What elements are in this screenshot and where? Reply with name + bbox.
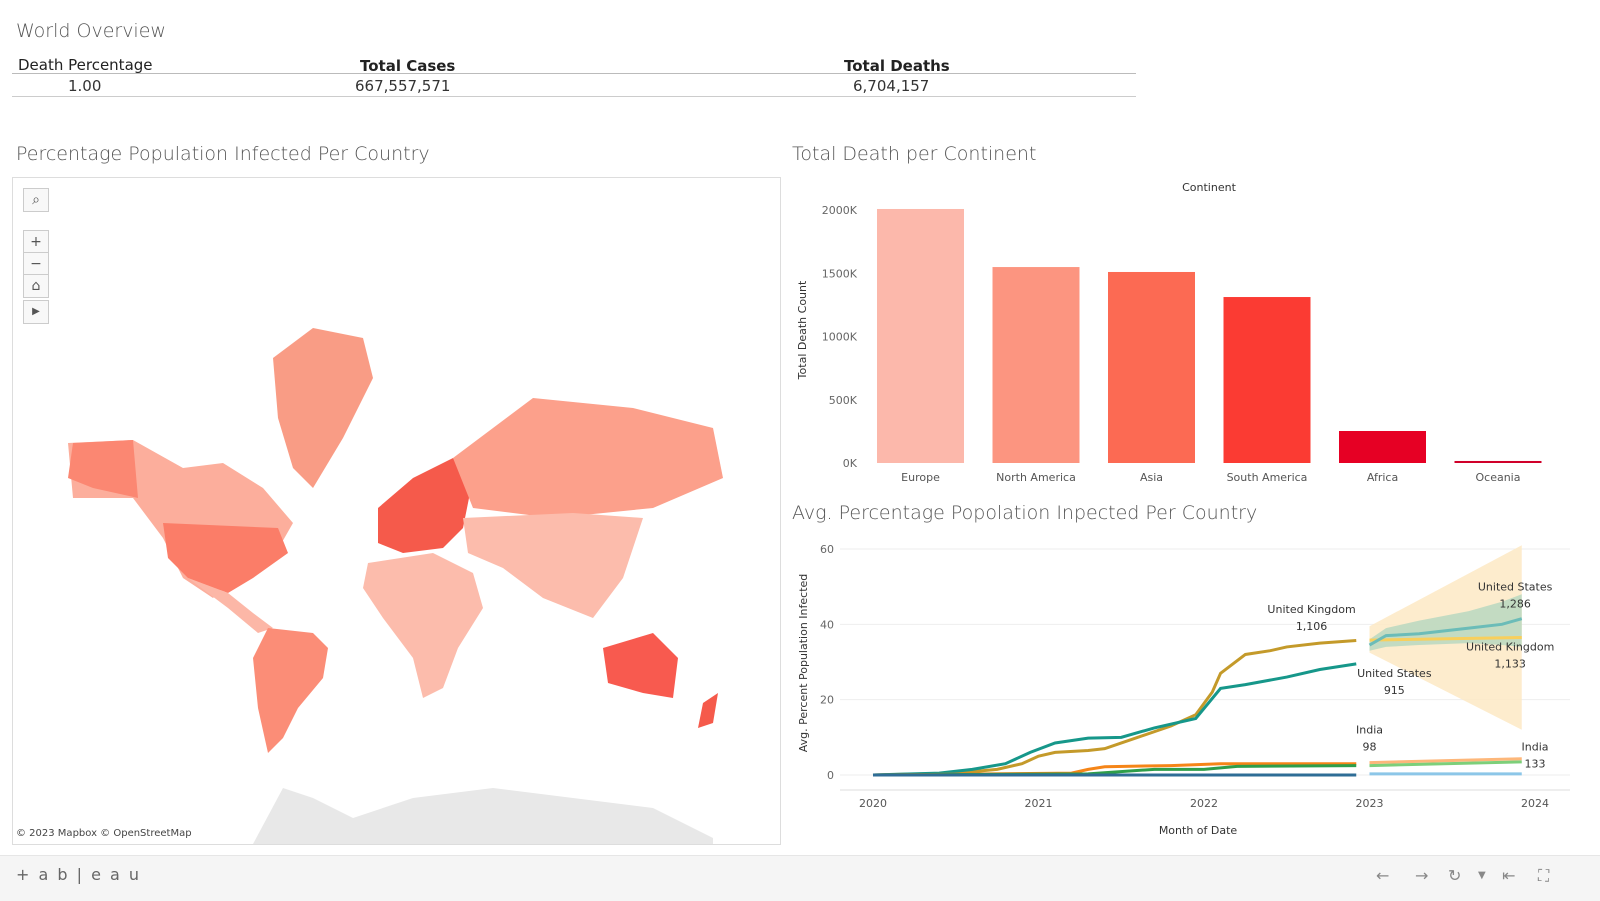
world-map[interactable] — [13, 178, 780, 844]
x-tick-label: Oceania — [1476, 471, 1521, 484]
y-tick-label: 60 — [820, 543, 834, 556]
y-tick-label: 40 — [820, 618, 834, 631]
bar-chart: Continent Total Death Count 0K 500K 1000K 150… — [796, 181, 1542, 484]
play-icon: ▶ — [32, 306, 40, 317]
play-button[interactable]: ▶ — [23, 300, 49, 324]
annotation-value: 1,286 — [1499, 597, 1531, 610]
zoom-in-button[interactable]: + — [23, 230, 49, 254]
y-tick-label: 2000K — [822, 204, 858, 217]
x-tick-label: Europe — [901, 471, 940, 484]
south-america — [253, 628, 328, 753]
annotation-value: 98 — [1363, 741, 1377, 754]
annotation-value: 133 — [1525, 758, 1546, 771]
new-zealand — [698, 693, 718, 728]
tableau-logo: + a b | e a u — [16, 865, 142, 884]
y-tick-label: 500K — [829, 394, 858, 407]
y-axis-title: Total Death Count — [796, 280, 809, 380]
series-line — [872, 639, 1357, 777]
tableau-footer: + a b | e a u ← → ↻ ▼ ⇤ ⛶ — [0, 855, 1600, 901]
bar-north-america — [992, 267, 1080, 463]
usa — [163, 523, 288, 593]
map-attribution: © 2023 Mapbox © OpenStreetMap — [16, 828, 192, 839]
x-tick-label: 2021 — [1025, 797, 1053, 810]
zoom-out-button[interactable]: − — [23, 252, 49, 276]
x-axis-title: Continent — [1182, 181, 1236, 194]
map-title: Percentage Population Infected Per Count… — [16, 143, 430, 165]
bar-africa — [1339, 430, 1426, 463]
y-tick-label: 1500K — [822, 267, 858, 280]
annotation-label: United Kingdom — [1267, 603, 1355, 616]
bar-europe — [877, 208, 964, 463]
line-chart-title: Avg. Percentage Popolation Inpected Per … — [792, 502, 1258, 524]
total-cases-value: 667,557,571 — [355, 77, 451, 95]
russia — [453, 398, 723, 518]
line-chart: 0 20 40 60 2020 2021 2022 2023 2024 Month of Date… — [797, 543, 1570, 837]
series-line — [872, 662, 1357, 777]
annotation-label: United Kingdom — [1466, 641, 1554, 654]
infection-map[interactable]: ⌕ + − ⌂ ▶ © 2023 Mapbox © OpenStreetMap — [12, 177, 781, 845]
annotation-label: India — [1522, 741, 1549, 754]
africa — [363, 553, 483, 698]
col-death-percentage: Death Percentage — [18, 56, 153, 74]
x-tick-label: 2023 — [1356, 797, 1384, 810]
x-tick-label: North America — [996, 471, 1076, 484]
bar-asia — [1108, 271, 1195, 463]
bar-chart-title: Total Death per Continent — [792, 143, 1037, 165]
divider — [12, 73, 1136, 74]
greenland — [273, 328, 373, 488]
y-tick-label: 0 — [827, 769, 834, 782]
bar-south-america — [1223, 297, 1311, 463]
redo-icon[interactable]: → — [1415, 866, 1428, 885]
annotation-label: India — [1356, 724, 1383, 737]
search-icon: ⌕ — [32, 192, 40, 208]
reset-icon[interactable]: ⇤ — [1502, 866, 1515, 885]
revert-icon[interactable]: ↻ — [1448, 866, 1461, 885]
world-overview-title: World Overview — [16, 20, 166, 42]
x-tick-label: 2022 — [1190, 797, 1218, 810]
x-tick-label: Africa — [1367, 471, 1398, 484]
x-axis-title: Month of Date — [1159, 824, 1238, 837]
map-search-button[interactable]: ⌕ — [23, 188, 49, 212]
home-icon: ⌂ — [31, 278, 41, 294]
annotation-value: 1,133 — [1494, 658, 1526, 671]
annotation-value: 915 — [1384, 684, 1405, 697]
annotation-value: 1,106 — [1296, 620, 1328, 633]
x-tick-label: 2024 — [1521, 797, 1549, 810]
revert-dropdown-icon[interactable]: ▼ — [1478, 870, 1486, 881]
divider — [12, 96, 1136, 97]
y-axis-title: Avg. Percent Population Infected — [797, 574, 810, 753]
bar-oceania — [1454, 460, 1542, 463]
annotation-label: United States — [1478, 580, 1553, 593]
home-button[interactable]: ⌂ — [23, 274, 49, 298]
death-percentage-value: 1.00 — [68, 77, 102, 95]
y-tick-label: 1000K — [822, 331, 858, 344]
australia — [603, 633, 678, 698]
x-tick-label: South America — [1227, 471, 1308, 484]
y-tick-label: 20 — [820, 694, 834, 707]
fullscreen-icon[interactable]: ⛶ — [1538, 866, 1549, 886]
total-deaths-value: 6,704,157 — [853, 77, 930, 95]
asia — [463, 513, 643, 618]
x-tick-label: 2020 — [859, 797, 887, 810]
annotation-label: United States — [1357, 667, 1432, 680]
y-tick-label: 0K — [843, 457, 858, 470]
x-tick-label: Asia — [1140, 471, 1163, 484]
undo-icon[interactable]: ← — [1376, 866, 1389, 885]
antarctica — [253, 788, 713, 844]
